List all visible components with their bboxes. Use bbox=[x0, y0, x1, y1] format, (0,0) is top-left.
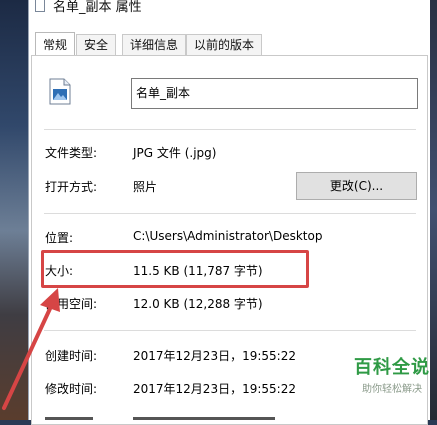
tab-general[interactable]: 常规 bbox=[35, 32, 76, 55]
annotation-arrow bbox=[2, 288, 60, 410]
